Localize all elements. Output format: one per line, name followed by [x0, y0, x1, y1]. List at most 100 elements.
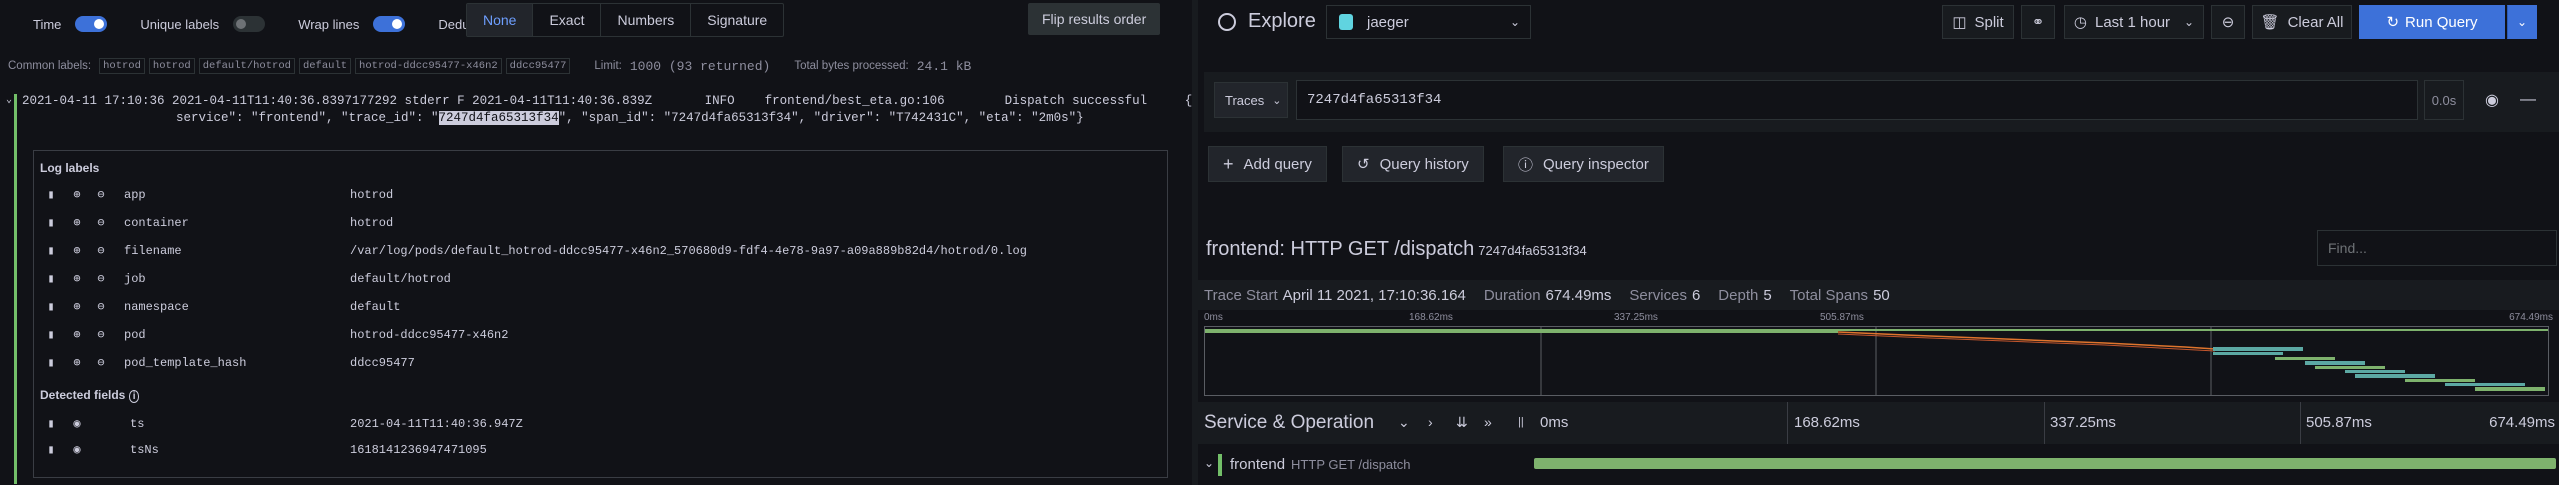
- share-button[interactable]: ⚭: [2021, 5, 2055, 39]
- zoom-out-icon[interactable]: ⊖: [94, 244, 108, 258]
- label-key: filename: [124, 244, 182, 258]
- clear-all-label: Clear All: [2287, 13, 2344, 31]
- share-icon: ⚭: [2031, 14, 2045, 31]
- info-icon[interactable]: i: [128, 390, 140, 403]
- trace-title-text: frontend: HTTP GET /dispatch: [1206, 238, 1475, 260]
- limit-value: 1000 (93 returned): [629, 58, 771, 74]
- zoom-in-icon[interactable]: ⊕: [70, 328, 84, 342]
- option-wrap-lines[interactable]: Wrap lines: [298, 16, 406, 32]
- trace-minimap[interactable]: 0ms 168.62ms 337.25ms 505.87ms 674.49ms: [1198, 310, 2559, 398]
- dedup-mode-group: None Exact Numbers Signature: [466, 3, 785, 37]
- clear-all-button[interactable]: 🗑 Clear All: [2252, 5, 2352, 39]
- flip-results-button[interactable]: Flip results order: [1028, 3, 1161, 35]
- zoom-in-icon[interactable]: ⊕: [70, 216, 84, 230]
- minimap-tick: 674.49ms: [2509, 312, 2553, 323]
- tick-line: [1787, 402, 1788, 444]
- log-labels-title: Log labels: [40, 161, 100, 175]
- dedup-numbers-button[interactable]: Numbers: [601, 4, 692, 36]
- label-key: job: [124, 272, 146, 286]
- meta-value: 674.49ms: [1545, 286, 1612, 304]
- zoom-out-icon[interactable]: ⊖: [94, 216, 108, 230]
- zoom-out-button[interactable]: ⊖: [2211, 5, 2245, 39]
- option-time[interactable]: Time: [33, 16, 108, 32]
- double-chevron-down-icon[interactable]: ⇊: [1456, 414, 1468, 431]
- log-label-row: ▮ ⊕ ⊖ namespace default: [34, 296, 1167, 318]
- zoom-out-icon[interactable]: ⊖: [94, 328, 108, 342]
- stats-icon[interactable]: ▮: [44, 328, 58, 342]
- meta-value: April 11 2021, 17:10:36.164: [1282, 286, 1466, 304]
- field-value: 2021-04-11T11:40:36.947Z: [350, 417, 523, 431]
- dedup-signature-button[interactable]: Signature: [691, 4, 783, 36]
- split-button[interactable]: ◫ Split: [1942, 5, 2014, 39]
- stats-icon[interactable]: ▮: [44, 300, 58, 314]
- chevron-down-icon[interactable]: ⌄: [1204, 456, 1214, 470]
- eye-icon[interactable]: ◉: [2474, 80, 2510, 120]
- stats-icon[interactable]: ▮: [44, 356, 58, 370]
- meta-value: 6: [1691, 286, 1701, 304]
- dedup-none-button[interactable]: None: [467, 4, 534, 36]
- common-labels-bar: Common labels: hotrod hotrod default/hot…: [8, 58, 971, 74]
- time-toggle[interactable]: [75, 16, 108, 32]
- zoom-out-icon[interactable]: ⊖: [94, 356, 108, 370]
- zoom-out-icon[interactable]: ⊖: [94, 300, 108, 314]
- timeline-tick: 168.62ms: [1794, 414, 1860, 431]
- zoom-in-icon[interactable]: ⊕: [70, 188, 84, 202]
- option-unique-labels[interactable]: Unique labels: [140, 16, 266, 32]
- label-value: default: [350, 300, 401, 314]
- add-query-button[interactable]: + Add query: [1208, 146, 1327, 182]
- trace-meta: Trace Start April 11 2021, 17:10:36.164 D…: [1198, 280, 2559, 310]
- chevron-down-icon[interactable]: ⌄: [6, 94, 12, 106]
- run-query-button[interactable]: ↻ Run Query: [2359, 5, 2505, 39]
- log-text: service": "frontend", "trace_id": ": [176, 111, 439, 125]
- stats-icon[interactable]: ▮: [44, 417, 58, 431]
- span-row[interactable]: ⌄ frontend HTTP GET /dispatch: [1198, 450, 2559, 480]
- detected-fields-text: Detected fields: [40, 388, 126, 402]
- common-label-chip: hotrod: [99, 58, 145, 74]
- zoom-in-icon[interactable]: ⊕: [70, 272, 84, 286]
- remove-query-icon[interactable]: —: [2510, 80, 2546, 120]
- eye-icon[interactable]: ◉: [70, 417, 84, 431]
- clock-icon: ◷: [2073, 14, 2087, 31]
- log-label-row: ▮ ⊕ ⊖ filename/var/log/pods/default_hotrod-…: [34, 240, 1167, 262]
- span-bar[interactable]: [1534, 458, 2556, 469]
- zoom-out-icon[interactable]: ⊖: [94, 188, 108, 202]
- stats-icon[interactable]: ▮: [44, 216, 58, 230]
- datasource-picker[interactable]: jaeger ⌄: [1326, 5, 1531, 39]
- stats-icon[interactable]: ▮: [44, 244, 58, 258]
- eye-icon[interactable]: ◉: [70, 443, 84, 457]
- option-label: Wrap lines: [298, 16, 360, 32]
- label-key: container: [124, 216, 189, 230]
- tick-line: [2044, 402, 2045, 444]
- label-key: namespace: [124, 300, 189, 314]
- query-duration: 0.0s: [2424, 80, 2464, 120]
- column-resizer-icon[interactable]: ||: [1518, 416, 1524, 428]
- stats-icon[interactable]: ▮: [44, 188, 58, 202]
- time-picker[interactable]: ◷ Last 1 hour ⌄: [2064, 5, 2204, 39]
- stats-icon[interactable]: ▮: [44, 272, 58, 286]
- stats-icon[interactable]: ▮: [44, 443, 58, 457]
- zoom-in-icon[interactable]: ⊕: [70, 244, 84, 258]
- wrap-lines-toggle[interactable]: [373, 16, 406, 32]
- double-chevron-right-icon[interactable]: »: [1484, 414, 1492, 430]
- query-type-select[interactable]: Traces ⌄: [1214, 82, 1288, 118]
- zoom-out-icon[interactable]: ⊖: [94, 272, 108, 286]
- detected-fields-title: Detected fields i: [40, 388, 140, 403]
- trace-find-input[interactable]: Find...: [2317, 230, 2557, 266]
- zoom-in-icon[interactable]: ⊕: [70, 300, 84, 314]
- unique-labels-toggle[interactable]: [233, 16, 266, 32]
- service-color-bar: [1218, 454, 1222, 476]
- logs-panel: Time Unique labels Wrap lines Dedup None…: [0, 0, 1200, 485]
- trace-id-input[interactable]: 7247d4fa65313f34: [1296, 80, 2418, 120]
- run-options-button[interactable]: ⌄: [2507, 5, 2537, 39]
- refresh-icon: ↻: [2386, 14, 2400, 31]
- query-inspector-button[interactable]: ⓘ Query inspector: [1503, 146, 1664, 182]
- minimap-box: [1204, 326, 2549, 396]
- meta-label: Services: [1629, 286, 1687, 304]
- limit-label: Limit:: [594, 60, 622, 72]
- chevron-right-icon[interactable]: ›: [1428, 414, 1433, 430]
- span-service: frontend HTTP GET /dispatch: [1230, 456, 1411, 473]
- dedup-exact-button[interactable]: Exact: [533, 4, 602, 36]
- chevron-down-icon[interactable]: ⌄: [1398, 414, 1410, 431]
- query-history-button[interactable]: ↺ Query history: [1342, 146, 1484, 182]
- zoom-in-icon[interactable]: ⊕: [70, 356, 84, 370]
